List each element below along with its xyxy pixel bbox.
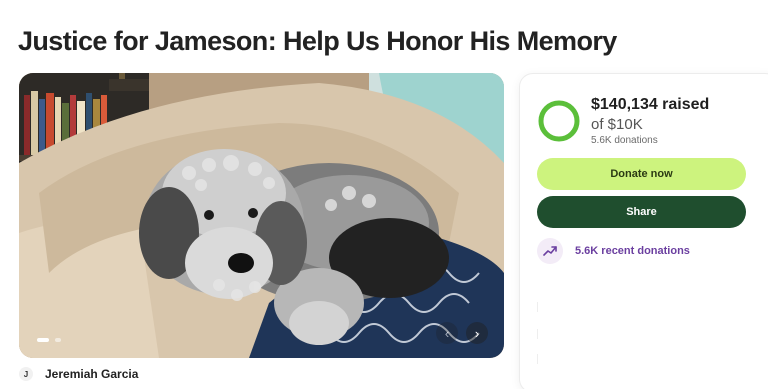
progress-ring (538, 100, 580, 142)
donation-count: 5.6K donations (591, 135, 658, 146)
divider (537, 354, 538, 364)
donate-button[interactable]: Donate now (537, 158, 746, 190)
organizer-name[interactable]: Jeremiah Garcia (45, 367, 138, 381)
carousel-dot[interactable] (37, 338, 49, 342)
chevron-left-icon: ‹ (444, 325, 450, 341)
carousel-dot[interactable] (55, 338, 61, 342)
carousel-prev-button[interactable]: ‹ (436, 322, 458, 344)
recent-donations-label: 5.6K recent donations (575, 245, 690, 257)
amount-raised: $140,134 raised (591, 96, 710, 113)
divider (537, 329, 538, 339)
trending-up-icon (537, 238, 563, 264)
page-title: Justice for Jameson: Help Us Honor His M… (18, 26, 617, 56)
hero-image (19, 73, 504, 358)
chevron-right-icon: › (474, 325, 480, 341)
carousel-next-button[interactable]: › (466, 322, 488, 344)
share-button[interactable]: Share (537, 196, 746, 228)
organizer[interactable]: J Jeremiah Garcia (19, 367, 138, 381)
avatar: J (19, 367, 33, 381)
donation-card: $140,134 raised of $10K 5.6K donations D… (519, 73, 768, 389)
recent-donations[interactable]: 5.6K recent donations (537, 238, 690, 264)
goal-amount: of $10K (591, 116, 643, 133)
fundraiser-page: Justice for Jameson: Help Us Honor His M… (0, 0, 768, 389)
divider (537, 302, 538, 312)
hero-image-carousel[interactable]: ‹ › (19, 73, 504, 358)
carousel-dots (37, 338, 61, 342)
